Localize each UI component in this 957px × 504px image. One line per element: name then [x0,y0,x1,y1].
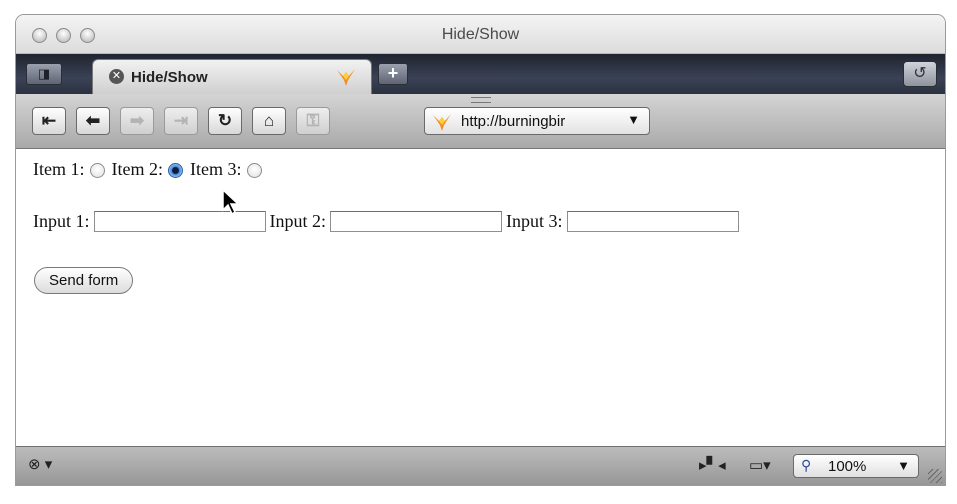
toolbar-grip[interactable] [471,97,491,103]
chevron-down-icon[interactable]: ▼ [627,112,640,127]
back-button[interactable]: ⬅ [76,107,110,135]
radio-label-item-1: Item 1: [33,159,85,179]
navigation-toolbar: ⇤ ⬅ ➡ ⇥ ↻ ⌂ ⚿ http://burningbir ▼ [16,94,945,149]
first-page-icon: ⇤ [41,111,57,130]
tab-close-icon[interactable]: ✕ [109,69,124,84]
new-tab-button[interactable]: + [378,63,408,85]
firefox-logo-icon [337,69,355,86]
magnifier-icon: ⚲ [801,457,812,473]
blocked-content-icon[interactable]: ⊗ ▾ [28,455,52,473]
plus-icon: + [387,63,399,83]
radio-item-2[interactable] [168,163,183,178]
window-title: Hide/Show [441,26,520,43]
security-button[interactable]: ⚿ [296,107,330,135]
tab-hide-show[interactable]: ✕ Hide/Show [92,59,372,94]
input-group: Input 1: Input 2: Input 3: [33,211,743,232]
tab-strip: ◨ ✕ Hide/Show + ↺ [16,54,945,94]
input-label-1: Input 1: [33,211,90,231]
arrow-right-icon: ➡ [129,111,145,130]
title-bar[interactable]: Hide/Show [16,15,945,54]
input-2-field[interactable] [330,211,502,232]
zoom-select[interactable]: ⚲ 100% ▼ [793,454,919,478]
arrow-left-icon: ⬅ [85,111,101,130]
input-3-field[interactable] [566,211,739,232]
last-page-button[interactable]: ⇥ [164,107,198,135]
sidebar-icon: ◨ [37,66,51,81]
chevron-down-icon: ▼ [897,458,910,473]
site-favicon-icon [433,114,451,131]
resize-grip[interactable] [928,469,942,483]
page-content: Item 1: Item 2: Item 3: Input 1: Input 2… [16,149,945,446]
mouse-cursor-icon [222,188,240,216]
tab-label: Hide/Show [131,69,208,86]
resource-icon[interactable]: ▸▘◂ [699,456,726,474]
browser-window: Hide/Show ◨ ✕ Hide/Show + ↺ ⇤ ⬅ ➡ ⇥ ↻ ⌂ ⚿ http… [16,15,945,485]
radio-item-3[interactable] [246,163,262,178]
radio-label-item-2: Item 2: [111,159,164,179]
last-page-icon: ⇥ [173,111,189,130]
radio-group: Item 1: Item 2: Item 3: [33,159,269,180]
forward-button[interactable]: ➡ [120,107,154,135]
first-page-button[interactable]: ⇤ [32,107,66,135]
undo-close-tab-button[interactable]: ↺ [903,61,937,87]
home-button[interactable]: ⌂ [252,107,286,135]
url-text[interactable]: http://burningbir [461,113,565,130]
reload-icon: ↻ [217,111,233,130]
input-label-3: Input 3: [506,211,563,231]
image-toggle-icon[interactable]: ▭▾ [749,456,771,474]
radio-label-item-3: Item 3: [190,159,242,179]
home-icon: ⌂ [263,111,275,130]
sidebar-toggle-button[interactable]: ◨ [26,63,62,85]
undo-icon: ↺ [913,65,927,82]
radio-item-1[interactable] [89,163,105,178]
zoom-value: 100% [828,458,867,475]
url-bar[interactable]: http://burningbir ▼ [424,107,650,135]
input-label-2: Input 2: [269,211,327,231]
key-icon: ⚿ [306,111,320,130]
send-form-button[interactable]: Send form [34,267,134,294]
status-bar: ⊗ ▾ ▸▘◂ ▭▾ ⚲ 100% ▼ [16,446,945,485]
reload-button[interactable]: ↻ [208,107,242,135]
